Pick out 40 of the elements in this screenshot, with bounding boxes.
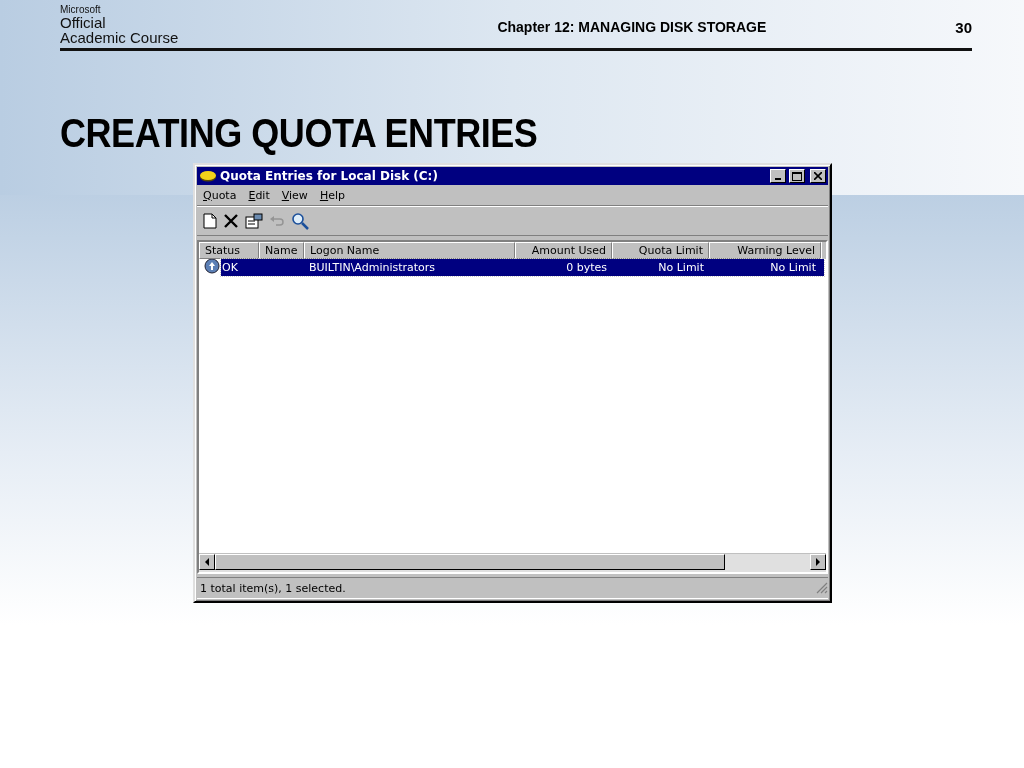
column-header[interactable]: Amount Used bbox=[515, 242, 612, 259]
menu-item[interactable]: Quota bbox=[197, 188, 243, 202]
new-document-icon[interactable] bbox=[201, 212, 219, 230]
table-cell: No Limit bbox=[658, 261, 704, 274]
slide-title: CREATING QUOTA ENTRIES bbox=[60, 111, 538, 156]
scroll-right-button[interactable] bbox=[810, 554, 826, 570]
table-cell: No Limit bbox=[770, 261, 816, 274]
close-icon bbox=[814, 172, 822, 180]
app-icon bbox=[199, 170, 217, 182]
logo-text: Microsoft bbox=[60, 4, 102, 15]
logo-text: Academic Course bbox=[60, 30, 179, 45]
properties-icon[interactable] bbox=[243, 212, 265, 230]
right-arrow-icon bbox=[816, 558, 820, 566]
horizontal-scrollbar[interactable] bbox=[199, 553, 826, 572]
search-icon[interactable] bbox=[289, 211, 311, 231]
status-bar-text: 1 total item(s), 1 selected. bbox=[199, 581, 347, 595]
scroll-left-button[interactable] bbox=[199, 554, 215, 570]
maximize-button[interactable] bbox=[789, 169, 805, 183]
left-arrow-icon bbox=[205, 558, 209, 566]
window-title: Quota Entries for Local Disk (C:) bbox=[220, 169, 439, 183]
maximize-icon bbox=[792, 171, 802, 181]
logo-text: Official bbox=[60, 15, 107, 30]
column-header[interactable]: Status bbox=[199, 242, 259, 259]
status-info-icon bbox=[203, 259, 221, 275]
menu-item[interactable]: Edit bbox=[242, 188, 276, 202]
delete-icon[interactable] bbox=[221, 212, 241, 230]
menu-item[interactable]: Help bbox=[313, 188, 351, 202]
scrollbar-thumb[interactable] bbox=[215, 554, 725, 570]
table-row[interactable]: OK BUILTIN\Administrators 0 bytes No Limit No Limit bbox=[221, 259, 824, 276]
resize-grip-icon[interactable] bbox=[816, 582, 828, 594]
column-header[interactable]: Warning Level bbox=[709, 242, 821, 259]
minimize-button[interactable] bbox=[770, 169, 786, 183]
chapter-title: Chapter 12: MANAGING DISK STORAGE bbox=[497, 19, 767, 35]
menu-item[interactable]: View bbox=[275, 188, 314, 202]
table-cell: BUILTIN\Administrators bbox=[309, 261, 436, 274]
table-cell: OK bbox=[222, 261, 238, 274]
close-button[interactable] bbox=[810, 169, 826, 183]
column-header[interactable]: Name bbox=[259, 242, 304, 259]
table-cell: 0 bytes bbox=[566, 261, 607, 274]
page-number: 30 bbox=[955, 19, 972, 36]
